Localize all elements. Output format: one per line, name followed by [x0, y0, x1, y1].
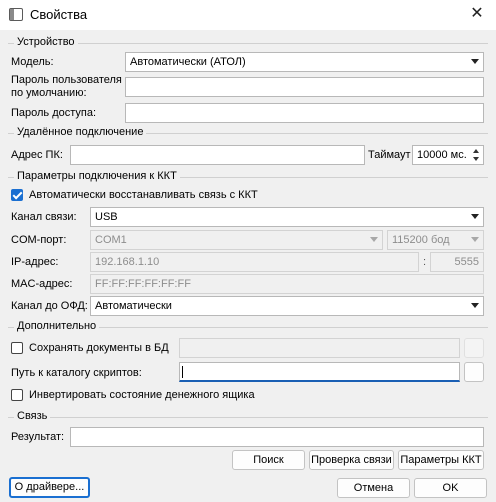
- group-title-kkt: Параметры подключения к ККТ: [14, 170, 180, 182]
- channel-select-value: USB: [95, 211, 118, 223]
- chevron-down-icon: [370, 237, 378, 242]
- model-select[interactable]: Автоматически (АТОЛ): [125, 52, 484, 72]
- chevron-down-icon: [471, 237, 479, 242]
- group-title-device: Устройство: [14, 36, 78, 48]
- save-docs-label: Сохранять документы в БД: [29, 342, 169, 354]
- channel-select[interactable]: USB: [90, 207, 484, 227]
- timeout-value: 10000 мс.: [417, 149, 467, 161]
- auto-restore-label: Автоматически восстанавливать связь с КК…: [29, 189, 258, 201]
- window-title: Свойства: [30, 7, 88, 22]
- save-docs-checkbox[interactable]: [11, 342, 23, 354]
- pc-address-label: Адрес ПК:: [11, 149, 63, 161]
- ok-button[interactable]: OK: [414, 478, 487, 498]
- channel-label: Канал связи:: [11, 211, 77, 223]
- pc-address-field[interactable]: [70, 145, 365, 165]
- chevron-down-icon: [471, 214, 479, 219]
- scripts-path-field[interactable]: [179, 362, 460, 382]
- user-password-label-line1: Пароль пользователя: [11, 74, 122, 86]
- chevron-down-icon: [471, 303, 479, 308]
- com-port-label: COM-порт:: [11, 234, 67, 246]
- chevron-down-icon: [471, 59, 479, 64]
- group-divider-link: [8, 417, 488, 418]
- port-separator: :: [423, 256, 427, 268]
- access-password-field[interactable]: [125, 103, 484, 123]
- group-title-extra: Дополнительно: [14, 320, 100, 332]
- invert-drawer-label: Инвертировать состояние денежного ящика: [29, 389, 255, 401]
- ofd-channel-select-value: Автоматически: [95, 300, 172, 312]
- result-field[interactable]: [70, 427, 484, 447]
- ip-field[interactable]: 192.168.1.10: [90, 252, 419, 272]
- baud-select-value: 115200 бод: [392, 234, 450, 246]
- group-title-link: Связь: [14, 410, 51, 422]
- model-label: Модель:: [11, 56, 54, 68]
- cancel-button[interactable]: Отмена: [337, 478, 410, 498]
- save-docs-browse-button[interactable]: [464, 338, 484, 358]
- mac-field[interactable]: FF:FF:FF:FF:FF:FF: [90, 274, 484, 294]
- group-title-remote: Удалённое подключение: [14, 126, 147, 138]
- scripts-path-browse-button[interactable]: [464, 362, 484, 382]
- invert-drawer-checkbox[interactable]: [11, 389, 23, 401]
- auto-restore-checkbox[interactable]: [11, 189, 23, 201]
- scripts-path-label: Путь к каталогу скриптов:: [11, 367, 142, 379]
- timeout-label: Таймаут: [368, 149, 411, 161]
- search-button[interactable]: Поиск: [232, 450, 305, 470]
- user-password-label-line2: по умолчанию:: [11, 87, 87, 99]
- spin-down-icon[interactable]: [473, 157, 479, 161]
- timeout-spinbox[interactable]: 10000 мс.: [412, 145, 484, 165]
- com-port-select-value: COM1: [95, 234, 127, 246]
- group-divider-device: [8, 43, 488, 44]
- ofd-channel-label: Канал до ОФД:: [11, 300, 88, 312]
- check-connection-button[interactable]: Проверка связи: [309, 450, 394, 470]
- result-label: Результат:: [11, 431, 65, 443]
- spin-up-icon[interactable]: [473, 149, 479, 153]
- ip-label: IP-адрес:: [11, 256, 59, 268]
- model-select-value: Автоматически (АТОЛ): [130, 56, 246, 68]
- mac-label: MAC-адрес:: [11, 278, 73, 290]
- kkt-params-button[interactable]: Параметры ККТ: [398, 450, 484, 470]
- baud-select[interactable]: 115200 бод: [387, 230, 484, 250]
- user-password-field[interactable]: [125, 77, 484, 97]
- ofd-channel-select[interactable]: Автоматически: [90, 296, 484, 316]
- text-cursor: [182, 366, 183, 378]
- save-docs-path-field[interactable]: [179, 338, 460, 358]
- about-driver-button[interactable]: О драйвере...: [9, 477, 90, 498]
- close-icon[interactable]: ✕: [462, 2, 492, 26]
- com-port-select[interactable]: COM1: [90, 230, 383, 250]
- access-password-label: Пароль доступа:: [11, 107, 97, 119]
- port-field[interactable]: 5555: [430, 252, 484, 272]
- app-window-icon: [9, 8, 23, 21]
